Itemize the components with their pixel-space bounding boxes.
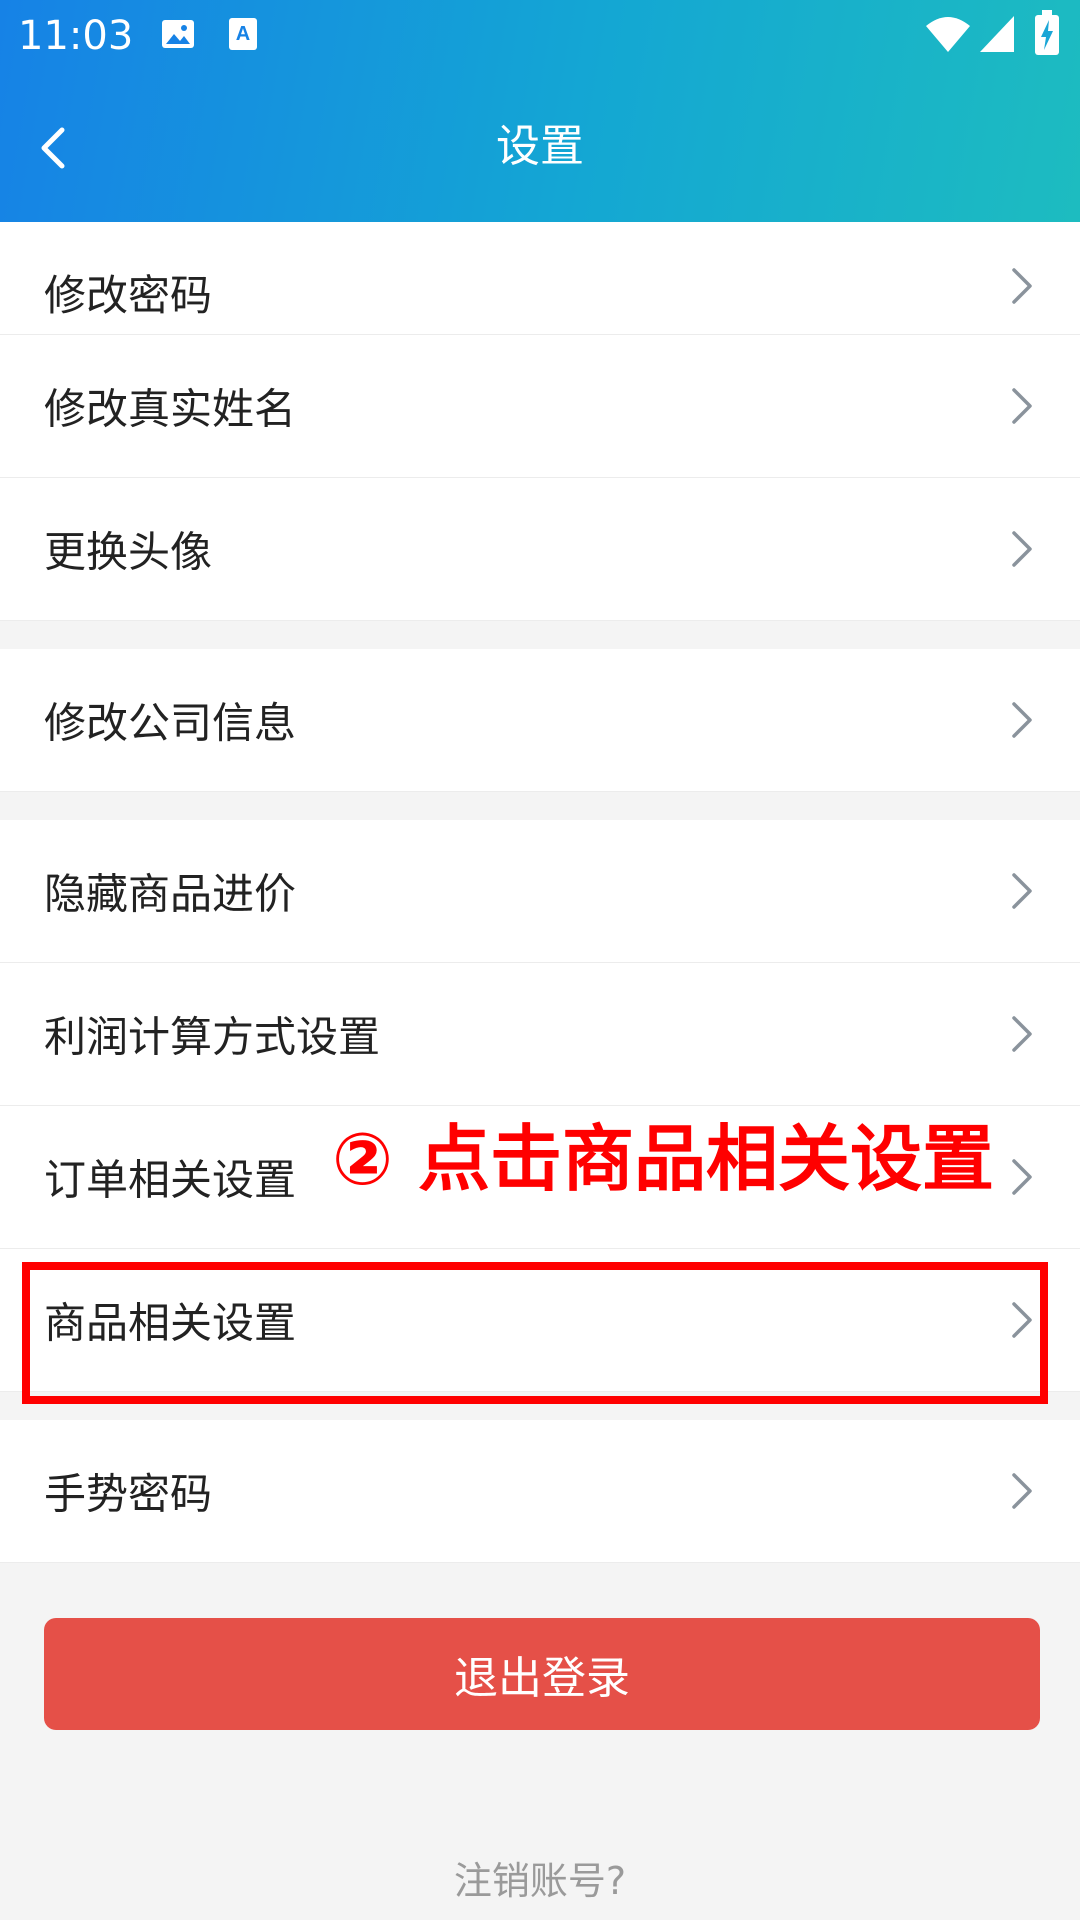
settings-item-change-password[interactable]: 修改密码 <box>0 222 1080 335</box>
settings-item-gesture-password[interactable]: 手势密码 <box>0 1420 1080 1563</box>
status-time: 11:03 <box>18 13 134 59</box>
chevron-right-icon <box>1012 1302 1032 1338</box>
section-divider <box>0 792 1080 820</box>
chevron-right-icon <box>1012 388 1032 424</box>
settings-item-label: 修改公司信息 <box>44 698 297 748</box>
settings-item-label: 更换头像 <box>44 527 213 577</box>
chevron-right-icon <box>1012 1159 1032 1195</box>
signal-icon <box>980 16 1014 52</box>
settings-item-hide-cost-price[interactable]: 隐藏商品进价 <box>0 820 1080 963</box>
cancel-account-link[interactable]: 注销账号? <box>0 1850 1080 1905</box>
app-header: 11:03 A 设置 <box>0 0 1080 222</box>
wifi-icon <box>926 17 970 52</box>
battery-charging-icon <box>1035 10 1059 55</box>
chevron-right-icon <box>1012 873 1032 909</box>
settings-item-label: 修改真实姓名 <box>44 384 297 434</box>
tutorial-annotation: ② 点击商品相关设置 <box>332 1117 995 1201</box>
settings-item-change-avatar[interactable]: 更换头像 <box>0 478 1080 621</box>
settings-item-label: 修改密码 <box>44 271 213 320</box>
chevron-right-icon <box>1012 268 1032 304</box>
settings-item-product-settings[interactable]: 商品相关设置 <box>0 1249 1080 1392</box>
section-divider <box>0 621 1080 649</box>
settings-list: 修改密码 修改真实姓名 更换头像 修改公司信息 隐藏商品进价 利润计算方式设置 … <box>0 222 1080 1563</box>
settings-item-label: 利润计算方式设置 <box>44 1012 381 1062</box>
chevron-right-icon <box>1012 1473 1032 1509</box>
chevron-right-icon <box>1012 702 1032 738</box>
settings-item-label: 订单相关设置 <box>44 1155 297 1205</box>
chevron-right-icon <box>1012 1016 1032 1052</box>
settings-item-change-real-name[interactable]: 修改真实姓名 <box>0 335 1080 478</box>
settings-item-label: 手势密码 <box>44 1469 213 1519</box>
svg-text:A: A <box>236 23 250 45</box>
logout-button[interactable]: 退出登录 <box>44 1618 1040 1730</box>
text-a-icon: A <box>229 18 257 50</box>
settings-item-label: 隐藏商品进价 <box>44 869 297 919</box>
image-icon <box>162 20 194 48</box>
settings-item-profit-calculation[interactable]: 利润计算方式设置 <box>0 963 1080 1106</box>
page-title: 设置 <box>496 121 584 172</box>
settings-item-company-info[interactable]: 修改公司信息 <box>0 649 1080 792</box>
chevron-right-icon <box>1012 531 1032 567</box>
settings-item-label: 商品相关设置 <box>44 1298 297 1348</box>
section-divider <box>0 1392 1080 1420</box>
